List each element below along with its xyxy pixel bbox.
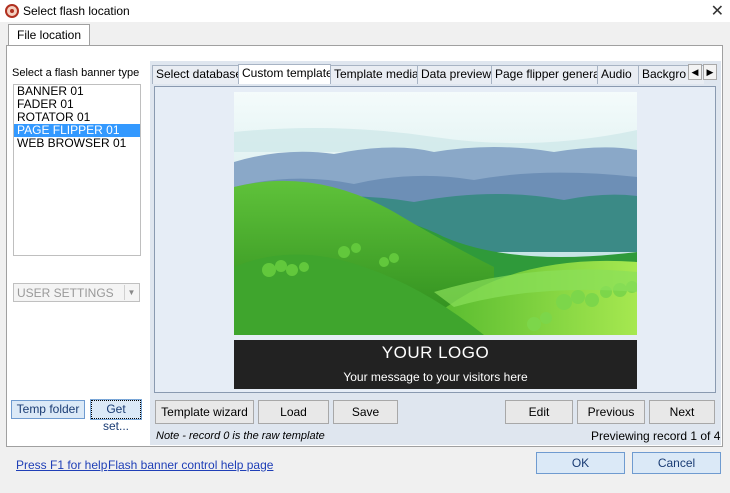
banner-type-label: Select a flash banner type [12,67,140,79]
temp-folder-button[interactable]: Temp folder [11,400,85,419]
get-settings-button[interactable]: Get set... [90,399,142,433]
logo-bar: YOUR LOGO Your message to your visitors … [234,340,637,389]
tab-template-media[interactable]: Template media [330,65,418,84]
chevron-down-icon[interactable]: ▼ [124,285,138,300]
close-icon[interactable]: ✕ [711,1,724,21]
list-item[interactable]: WEB BROWSER 01 [14,137,140,150]
tab-scroll-left-icon[interactable]: ◀ [688,64,702,80]
help-f1-link[interactable]: Press F1 for help [16,458,107,472]
template-wizard-button[interactable]: Template wizard [155,400,254,424]
ok-button[interactable]: OK [536,452,625,474]
inner-tab-strip: Select database Custom template Template… [152,64,704,84]
settings-combo-value: USER SETTINGS [17,286,114,300]
tab-file-location[interactable]: File location [8,24,90,46]
app-logo-icon [5,4,19,18]
logo-text: YOUR LOGO [381,343,490,362]
next-button[interactable]: Next [649,400,715,424]
save-button[interactable]: Save [333,400,398,424]
tab-select-database[interactable]: Select database [152,65,239,84]
settings-combo[interactable]: USER SETTINGS ▼ [13,283,140,302]
outer-tab-strip: File location [0,22,730,46]
window-title: Select flash location [23,4,130,18]
visitor-message: Your message to your visitors here [343,370,528,384]
load-button[interactable]: Load [258,400,329,424]
edit-button[interactable]: Edit [505,400,573,424]
cancel-button[interactable]: Cancel [632,452,721,474]
template-note: Note - record 0 is the raw template [156,430,325,442]
landscape-image [234,92,637,335]
help-page-link[interactable]: Flash banner control help page [108,458,273,472]
banner-type-list[interactable]: BANNER 01 FADER 01 ROTATOR 01 PAGE FLIPP… [13,84,141,256]
tab-audio[interactable]: Audio [597,65,639,84]
tab-custom-template[interactable]: Custom template [238,64,331,84]
title-bar: Select flash location ✕ [0,0,730,22]
tab-data-preview[interactable]: Data preview [417,65,492,84]
previewing-record-status: Previewing record 1 of 4 [591,429,721,443]
tab-scroll-right-icon[interactable]: ▶ [703,64,717,80]
tab-page-flipper-general[interactable]: Page flipper general [491,65,598,84]
previous-button[interactable]: Previous [577,400,645,424]
